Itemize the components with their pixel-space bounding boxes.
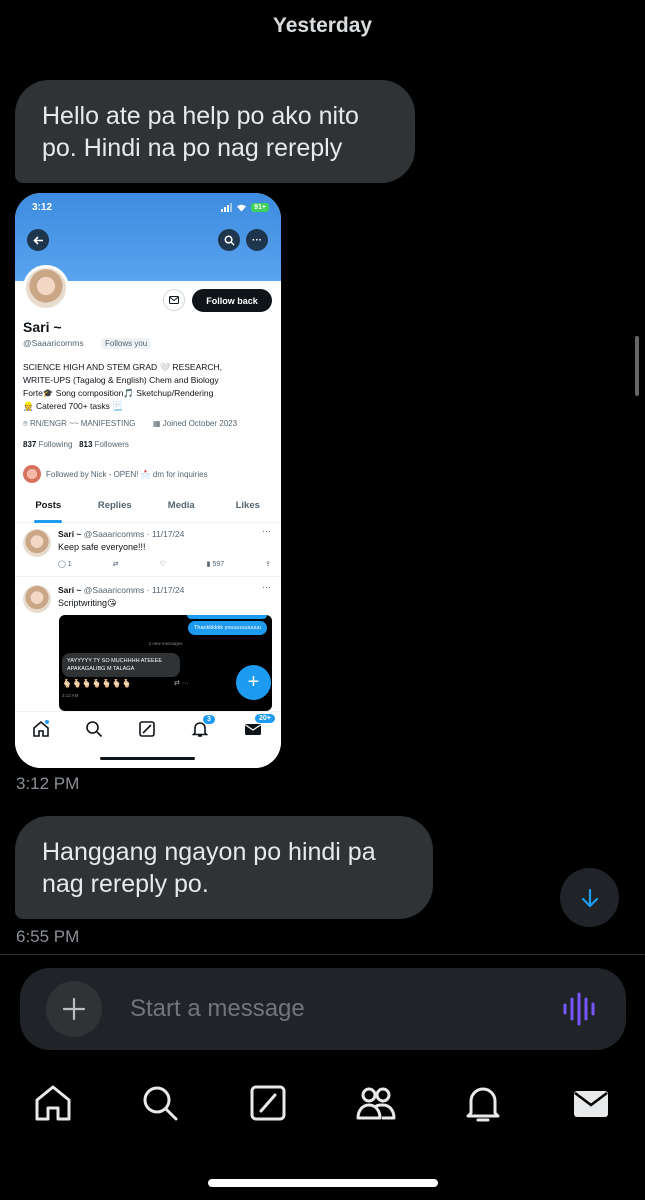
signal-icon (221, 203, 233, 212)
bio-line: 👷 Catered 700+ tasks 📃 (23, 401, 123, 411)
post-avatar (23, 585, 51, 613)
dm-time: 3:12 AM (62, 693, 79, 698)
status-icons: 91+ (221, 203, 269, 212)
more-icon[interactable]: ··· (246, 229, 268, 251)
message-time: 6:55 PM (16, 927, 80, 946)
communities-icon[interactable] (355, 1082, 397, 1124)
profile-bio: SCIENCE HIGH AND STEM GRAD 🤍 RESEARCH, W… (23, 361, 273, 413)
profile-handle: @Saaaricomms (23, 338, 84, 348)
post-text: Keep safe everyone!!! (58, 542, 146, 552)
voice-message-icon[interactable] (562, 992, 598, 1026)
post-author: Sari ~ (58, 585, 82, 595)
post-avatar (23, 529, 51, 557)
scrollbar[interactable] (635, 336, 639, 396)
message-composer (20, 968, 626, 1050)
post-item[interactable]: Sari ~ @Saaaricomms · 11/17/24 ··· Keep … (15, 526, 281, 577)
reply-icon[interactable]: ◯ 1 (58, 560, 72, 568)
share-icon[interactable]: ⇪ (265, 560, 271, 568)
profile-location: ⌾ RN/ENGR ~~ MANIFESTING (23, 419, 135, 429)
post-meta: @Saaaricomms · 11/17/24 (83, 529, 185, 539)
grok-icon[interactable] (247, 1082, 289, 1124)
bio-line: SCIENCE HIGH AND STEM GRAD 🤍 RESEARCH, (23, 362, 223, 372)
arrow-down-icon (581, 888, 598, 907)
notification-badge: 3 (203, 715, 215, 724)
message-input[interactable] (130, 990, 550, 1028)
search-icon[interactable] (218, 229, 240, 251)
reply-count: 1 (67, 561, 72, 568)
mail-icon[interactable] (570, 1082, 612, 1124)
profile-avatar[interactable] (23, 265, 69, 311)
follow-counts[interactable]: 837 Following 813 Followers (23, 440, 129, 449)
post-more-icon[interactable]: ··· (262, 526, 271, 536)
post-actions: ◯ 1 ⇄ ♡ ▮ 597 ⇪ (58, 560, 271, 568)
inner-home-indicator (100, 757, 195, 760)
sent-message-partial (187, 615, 267, 619)
inner-tab-bar: 3 20+ (15, 711, 281, 768)
joined-text: Joined October 2023 (162, 419, 238, 428)
message-bubble[interactable]: Hello ate pa help po ako nito po. Hindi … (15, 80, 415, 183)
message-bubble[interactable]: Hanggang ngayon po hindi pa nag rereply … (15, 816, 433, 919)
bell-icon[interactable] (462, 1082, 504, 1124)
mail-badge: 20+ (255, 714, 275, 723)
post-header: Sari ~ @Saaaricomms · 11/17/24 (58, 529, 184, 539)
follow-back-button[interactable]: Follow back (192, 289, 272, 312)
bio-line: Forte🎓 Song composition🎵 Sketchup/Render… (23, 388, 214, 398)
profile-name: Sari ~ (23, 319, 62, 335)
bio-line: WRITE-UPS (Tagalog & English) Chem and B… (23, 375, 219, 385)
followers-count: 813 (79, 440, 93, 449)
follower-avatar (23, 465, 41, 483)
bottom-nav (0, 1080, 645, 1130)
grok-icon[interactable] (138, 720, 156, 738)
post-more-icon[interactable]: ··· (262, 582, 271, 592)
home-icon[interactable] (32, 1082, 74, 1124)
repost-icon[interactable]: ⇄ (113, 560, 119, 568)
status-time: 3:12 (32, 202, 53, 213)
location-text: RN/ENGR ~~ MANIFESTING (30, 419, 136, 428)
search-icon[interactable] (85, 720, 103, 738)
post-image-dm-preview[interactable]: Thankkkkkk youuuuuuuuuu 2 new messages Y… (59, 615, 272, 711)
attached-screenshot[interactable]: 3:12 91+ ··· Follow back Sari ~ @Saaaric… (15, 193, 281, 768)
new-messages-divider: 2 new messages (148, 641, 183, 646)
message-time: 3:12 PM (16, 774, 80, 793)
post-author: Sari ~ (58, 529, 82, 539)
location-pin-icon: ⌾ (23, 419, 31, 428)
mail-icon[interactable] (163, 289, 185, 311)
battery-badge: 91+ (251, 203, 269, 212)
following-label: Following (38, 440, 73, 449)
tab-replies[interactable]: Replies (82, 493, 149, 522)
followed-by-text: Followed by Nick - OPEN! 📩 dm for inquir… (46, 469, 208, 479)
views-icon[interactable]: ▮ 597 (207, 560, 224, 568)
received-emojis: 🫰🏻🫰🏻🫰🏻🫰🏻🫰🏻🫰🏻🫰🏻 (62, 679, 132, 688)
compose-fab-button[interactable]: + (236, 665, 271, 700)
views-count: 597 (212, 561, 225, 568)
post-text: Scriptwriting😘 (58, 598, 117, 608)
composer-divider (0, 954, 645, 955)
add-attachment-button[interactable] (46, 981, 102, 1037)
back-arrow-icon[interactable] (27, 229, 49, 251)
followers-label: Followers (94, 440, 129, 449)
home-indicator (208, 1179, 438, 1187)
follows-you-badge: Follows you (101, 338, 152, 349)
profile-joined: ▦ Joined October 2023 (153, 419, 237, 428)
wifi-icon (237, 204, 247, 212)
scroll-to-bottom-button[interactable] (560, 868, 619, 927)
plus-icon (62, 997, 86, 1021)
calendar-icon: ▦ (153, 419, 163, 428)
tab-likes[interactable]: Likes (215, 493, 282, 522)
like-icon[interactable]: ♡ (159, 560, 165, 568)
post-meta: @Saaaricomms · 11/17/24 (83, 585, 185, 595)
tab-posts[interactable]: Posts (15, 493, 82, 523)
sent-message: Thankkkkkk youuuuuuuuuu (188, 621, 267, 635)
date-header: Yesterday (272, 14, 373, 37)
following-count: 837 (23, 440, 37, 449)
home-icon[interactable] (32, 720, 50, 738)
profile-tabs: Posts Replies Media Likes (15, 493, 281, 523)
tab-media[interactable]: Media (148, 493, 215, 522)
search-icon[interactable] (139, 1082, 181, 1124)
followed-by[interactable]: Followed by Nick - OPEN! 📩 dm for inquir… (23, 465, 208, 483)
post-header: Sari ~ @Saaaricomms · 11/17/24 (58, 585, 184, 595)
received-message: YAYYYYY TY SO MUCHHHH ATEEEE APAKAGALIBG… (62, 653, 180, 677)
dm-actions: ⇄ ··· (174, 680, 189, 687)
